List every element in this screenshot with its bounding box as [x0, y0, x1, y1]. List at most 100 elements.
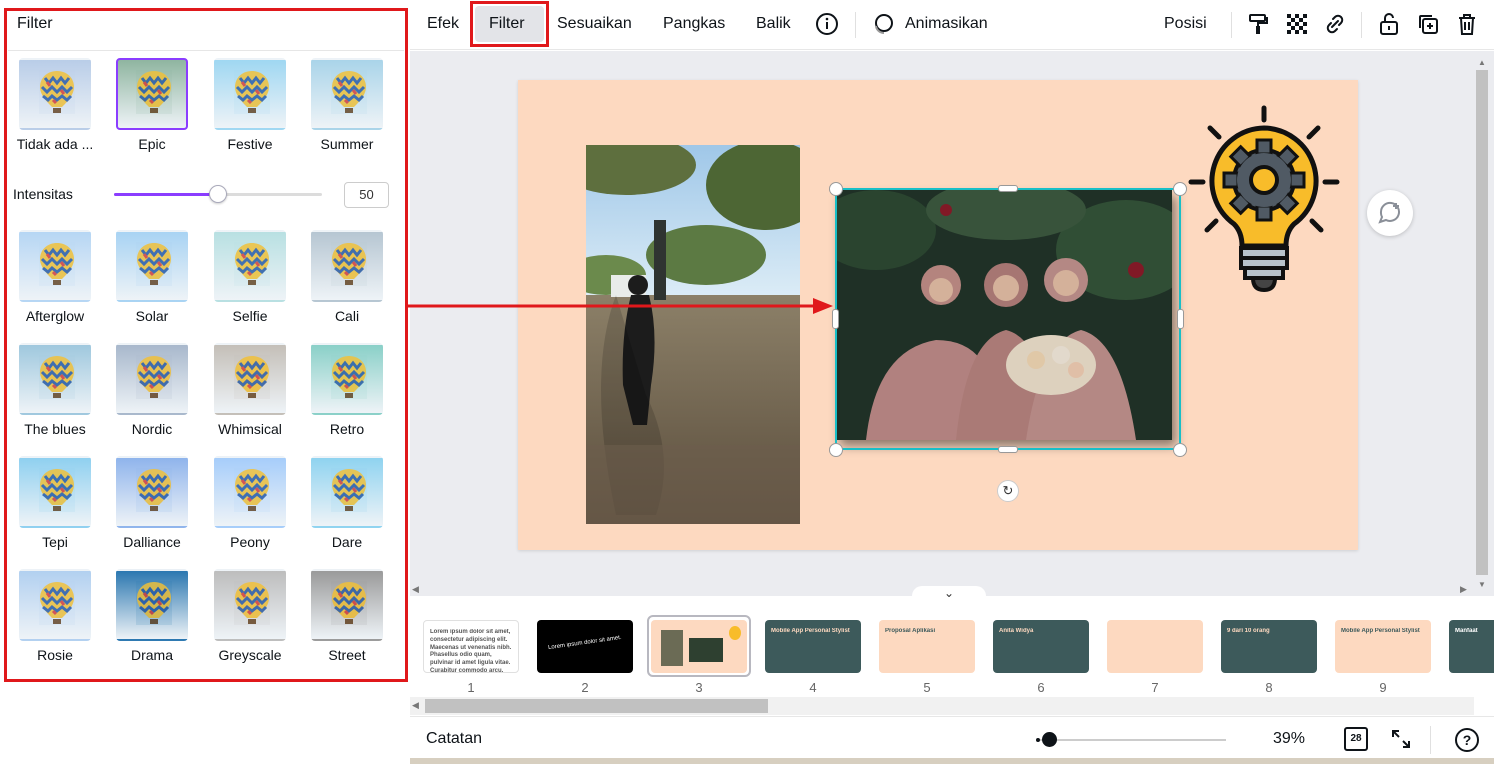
help-icon[interactable]: ?: [1455, 728, 1479, 752]
slide-thumbnail[interactable]: 9 dari 10 orang: [1221, 620, 1317, 673]
scroll-left-arrow[interactable]: ◀: [412, 584, 419, 595]
thumbnail-text: Lorem ipsum dolor sit amet.: [547, 634, 622, 652]
scroll-right-arrow[interactable]: ▶: [1460, 584, 1467, 595]
filter-preview-thumbnail: [19, 58, 91, 130]
fullscreen-icon[interactable]: [1390, 728, 1412, 750]
filter-option[interactable]: Dare: [300, 456, 394, 550]
annotation-arrow: [408, 298, 833, 314]
filter-preview-thumbnail: [19, 456, 91, 528]
panel-title: Filter: [17, 15, 53, 32]
thumbnail-text: Manfaat: [1455, 628, 1478, 634]
filter-label: Solar: [135, 308, 169, 324]
bottom-bar: [410, 716, 1494, 764]
rotate-icon[interactable]: ↻: [997, 480, 1019, 502]
sesuaikan-button[interactable]: Sesuaikan: [557, 15, 632, 33]
duplicate-icon[interactable]: [1416, 12, 1440, 36]
filter-label: Whimsical: [218, 421, 282, 437]
animate-icon[interactable]: [871, 12, 895, 36]
info-icon[interactable]: [815, 12, 839, 36]
slide-thumbnail[interactable]: Mobile App Personal Stylist: [1335, 620, 1431, 673]
divider: [8, 50, 404, 51]
vertical-scrollbar[interactable]: [1476, 70, 1488, 575]
balik-button[interactable]: Balik: [756, 15, 791, 33]
filter-label: Epic: [138, 136, 166, 152]
resize-handle-bottom-right[interactable]: [1173, 443, 1187, 457]
link-icon[interactable]: [1323, 12, 1347, 36]
filter-label: Afterglow: [25, 308, 85, 324]
filter-preview-thumbnail: [311, 230, 383, 302]
filter-option[interactable]: The blues: [8, 343, 102, 437]
slide-thumbnail[interactable]: Lorem ipsum dolor sit amet.: [537, 620, 633, 673]
resize-handle-bottom[interactable]: [998, 446, 1018, 453]
filter-option[interactable]: Summer: [300, 58, 394, 152]
filter-label: Dare: [331, 534, 363, 550]
scroll-down-arrow[interactable]: ▼: [1478, 580, 1486, 589]
notes-button[interactable]: Catatan: [426, 730, 482, 748]
thumbnail-text: Mobile App Personal Stylist: [771, 628, 850, 634]
slide-thumbnail[interactable]: [1107, 620, 1203, 673]
filter-preview-thumbnail: [214, 343, 286, 415]
divider: [855, 12, 856, 38]
resize-handle-bottom-left[interactable]: [829, 443, 843, 457]
filter-option[interactable]: Solar: [105, 230, 199, 324]
add-comment-button[interactable]: [1367, 190, 1413, 236]
filter-option[interactable]: Street: [300, 569, 394, 663]
transparency-icon[interactable]: [1285, 12, 1309, 36]
slide-thumbnail[interactable]: Lorem ipsum dolor sit amet, consectetur …: [423, 620, 519, 673]
filter-option[interactable]: Tepi: [8, 456, 102, 550]
filter-preview-thumbnail: [214, 456, 286, 528]
filter-option[interactable]: Epic: [105, 58, 199, 152]
filter-option[interactable]: Whimsical: [203, 343, 297, 437]
filter-label: Drama: [130, 647, 173, 663]
lock-icon[interactable]: [1377, 12, 1401, 36]
filter-option[interactable]: Dalliance: [105, 456, 199, 550]
slide-thumbnail[interactable]: Mobile App Personal Stylist: [765, 620, 861, 673]
resize-handle-right[interactable]: [1177, 309, 1184, 329]
zoom-level[interactable]: 39%: [1273, 730, 1305, 748]
posisi-button[interactable]: Posisi: [1164, 15, 1207, 33]
slide-number: 4: [809, 680, 817, 695]
filter-option[interactable]: Nordic: [105, 343, 199, 437]
filter-preview-thumbnail: [311, 343, 383, 415]
paint-roller-icon[interactable]: [1246, 12, 1270, 36]
efek-button[interactable]: Efek: [427, 15, 459, 33]
filter-option[interactable]: Cali: [300, 230, 394, 324]
filter-option[interactable]: Afterglow: [8, 230, 102, 324]
scroll-up-arrow[interactable]: ▲: [1478, 58, 1486, 67]
resize-handle-top[interactable]: [998, 185, 1018, 192]
filter-preview-thumbnail: [116, 343, 188, 415]
pangkas-button[interactable]: Pangkas: [663, 15, 725, 33]
thumbnail-text: 9 dari 10 orang: [1227, 628, 1270, 634]
filter-preview-thumbnail: [214, 58, 286, 130]
filter-option[interactable]: Selfie: [203, 230, 297, 324]
scroll-left-arrow[interactable]: ◀: [412, 700, 419, 711]
lightbulb-gear-icon[interactable]: [1185, 100, 1345, 300]
intensity-value-input[interactable]: 50: [344, 182, 389, 208]
trash-icon[interactable]: [1455, 12, 1479, 36]
slide-number: 5: [923, 680, 931, 695]
filter-option[interactable]: Tidak ada ...: [8, 58, 102, 152]
comment-plus-icon: [1378, 201, 1400, 224]
filter-option[interactable]: Greyscale: [203, 569, 297, 663]
zoom-slider-track[interactable]: [1040, 739, 1226, 741]
intensity-slider-fill: [114, 193, 218, 196]
filter-option[interactable]: Drama: [105, 569, 199, 663]
background-strip: [410, 758, 1494, 764]
slide-thumbnail[interactable]: Anita Widya: [993, 620, 1089, 673]
animasikan-button[interactable]: Animasikan: [905, 15, 988, 33]
archery-photo[interactable]: [586, 145, 800, 524]
horizontal-scrollbar-thumb[interactable]: [425, 699, 768, 713]
pages-count-icon[interactable]: 28: [1344, 727, 1368, 751]
slide-thumbnail[interactable]: Proposal Aplikasi: [879, 620, 975, 673]
resize-handle-top-left[interactable]: [829, 182, 843, 196]
filter-preview-thumbnail: [311, 569, 383, 641]
filter-option[interactable]: Rosie: [8, 569, 102, 663]
collapse-strip-chevron-icon[interactable]: ⌄: [912, 586, 986, 606]
filter-label: Selfie: [232, 308, 268, 324]
filter-preview-thumbnail: [311, 456, 383, 528]
filter-option[interactable]: Festive: [203, 58, 297, 152]
filter-option[interactable]: Retro: [300, 343, 394, 437]
filter-option[interactable]: Peony: [203, 456, 297, 550]
slide-thumbnail[interactable]: Manfaat: [1449, 620, 1494, 673]
intensity-slider-handle[interactable]: [209, 185, 227, 203]
